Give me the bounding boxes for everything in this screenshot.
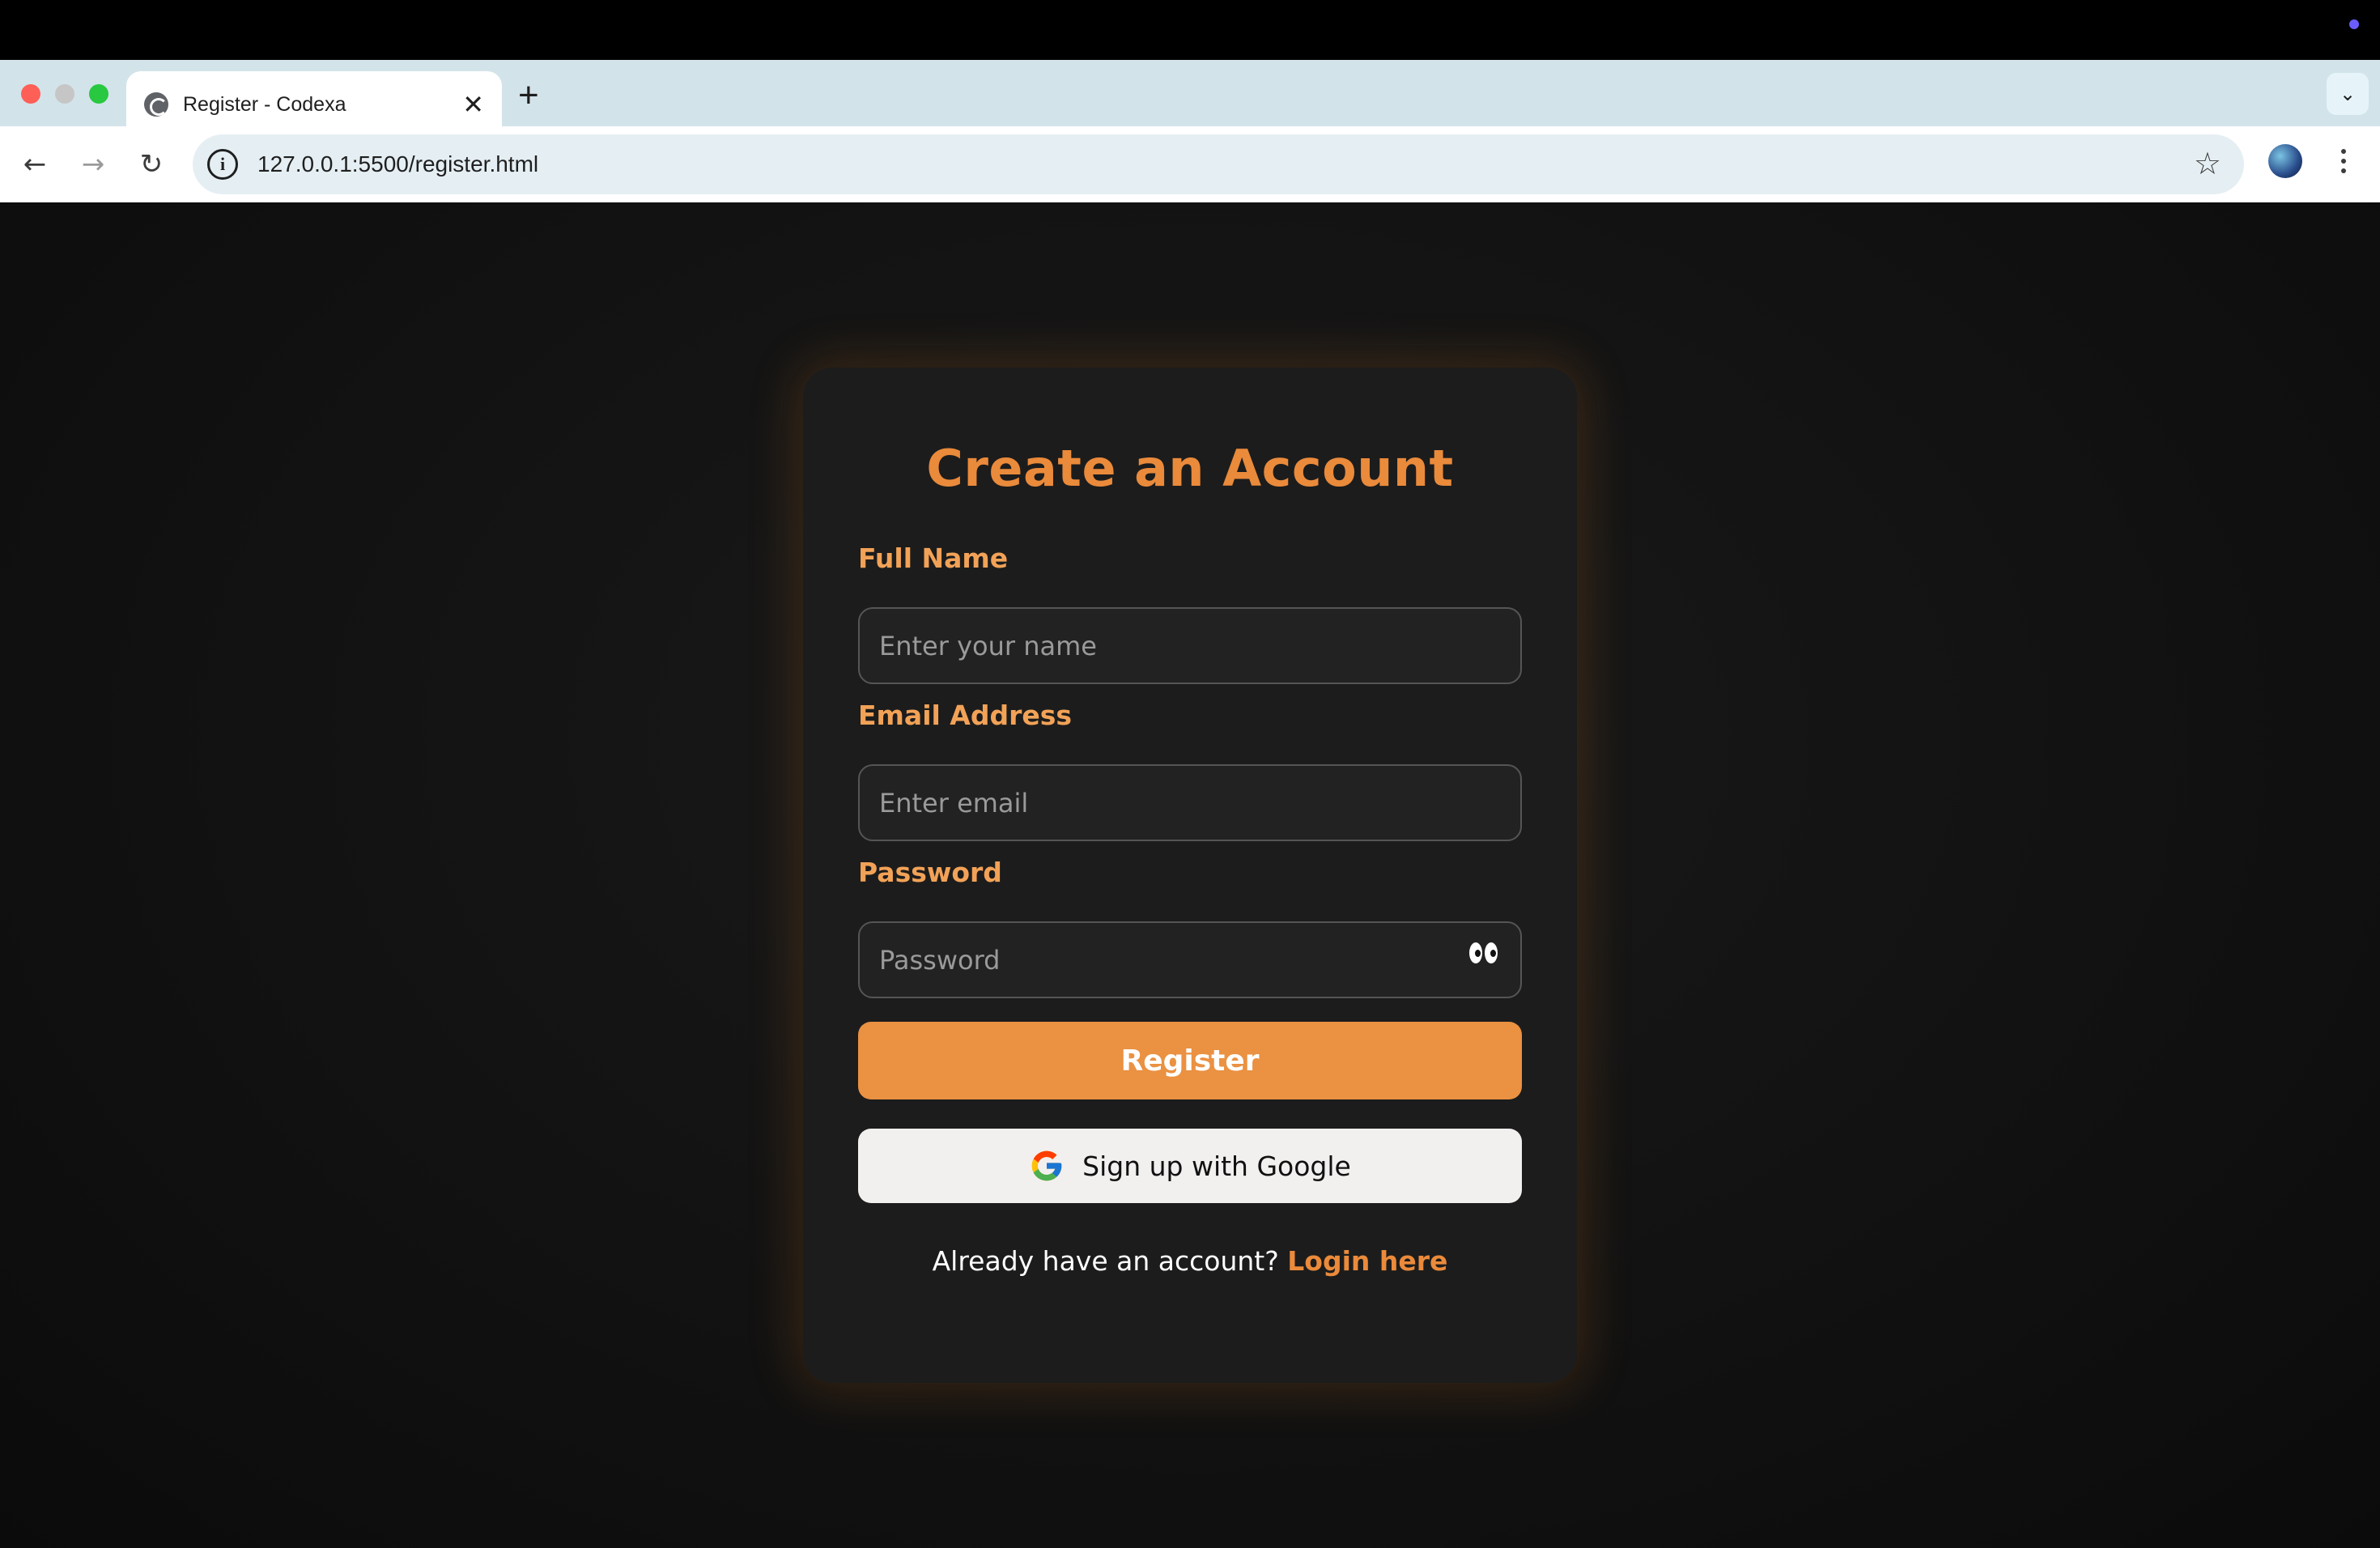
more-vert-icon[interactable] <box>2331 141 2356 181</box>
password-input[interactable] <box>879 923 1501 997</box>
window-controls <box>21 84 108 104</box>
login-prompt: Already have an account? Login here <box>803 1245 1577 1277</box>
site-info-icon[interactable]: i <box>207 149 238 180</box>
avatar[interactable] <box>2268 144 2302 178</box>
reload-icon[interactable]: ↻ <box>131 144 172 185</box>
globe-icon <box>144 92 168 117</box>
browser-chrome: Register - Codexa ✕ + ⌄ ← → ↻ i 127.0.0.… <box>0 60 2380 202</box>
star-icon[interactable]: ☆ <box>2194 146 2221 181</box>
status-indicator-icon <box>2349 19 2359 29</box>
address-bar[interactable]: i 127.0.0.1:5500/register.html ☆ <box>193 134 2244 194</box>
window-maximize-button[interactable] <box>89 84 108 104</box>
page-title: Create an Account <box>926 439 1454 498</box>
plus-icon[interactable]: + <box>518 78 539 113</box>
browser-toolbar: ← → ↻ i 127.0.0.1:5500/register.html ☆ <box>0 126 2380 202</box>
login-link[interactable]: Login here <box>1287 1245 1447 1277</box>
forward-arrow-icon[interactable]: → <box>73 144 113 185</box>
window-minimize-button[interactable] <box>55 84 74 104</box>
register-card: Create an Account Full Name Email Addres… <box>803 368 1577 1383</box>
os-menu-bar <box>0 0 2380 60</box>
google-signup-button[interactable]: Sign up with Google <box>858 1129 1522 1203</box>
email-label: Email Address <box>858 700 1073 731</box>
register-button[interactable]: Register <box>858 1022 1522 1099</box>
full-name-label: Full Name <box>858 542 1009 574</box>
window-close-button[interactable] <box>21 84 40 104</box>
close-icon[interactable]: ✕ <box>462 91 484 117</box>
login-prompt-text: Already have an account? <box>932 1245 1279 1277</box>
page-content: Create an Account Full Name Email Addres… <box>0 202 2380 1548</box>
email-input[interactable] <box>879 766 1501 840</box>
password-label: Password <box>858 857 1002 888</box>
google-button-label: Sign up with Google <box>1082 1150 1351 1182</box>
eye-icon[interactable] <box>1469 942 1498 963</box>
full-name-field[interactable] <box>858 607 1522 684</box>
tab-title: Register - Codexa <box>183 92 346 116</box>
password-field[interactable] <box>858 921 1522 998</box>
google-icon <box>1031 1150 1062 1181</box>
url-text[interactable]: 127.0.0.1:5500/register.html <box>257 151 538 177</box>
back-arrow-icon[interactable]: ← <box>15 144 55 185</box>
full-name-input[interactable] <box>879 609 1501 683</box>
chevron-down-icon[interactable]: ⌄ <box>2327 73 2369 115</box>
email-field[interactable] <box>858 764 1522 841</box>
